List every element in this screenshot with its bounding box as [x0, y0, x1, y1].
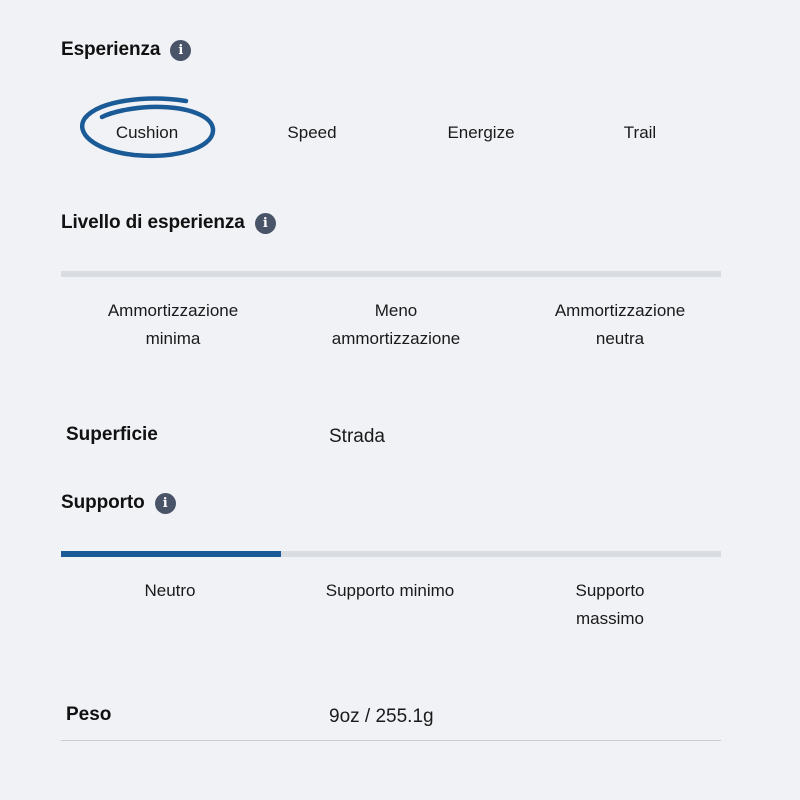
info-icon[interactable]: i	[170, 39, 192, 61]
support-option-maximal: Supporto massimo	[575, 581, 645, 628]
experience-level-option-neutral: Ammortizzazione neutra	[554, 301, 686, 348]
support-title: Supporto	[61, 492, 145, 513]
experience-title: Esperienza	[61, 39, 161, 60]
support-bar	[61, 551, 721, 557]
surface-label: Superficie	[66, 424, 158, 445]
experience-option-cushion[interactable]: Cushion	[61, 113, 233, 153]
experience-level-title: Livello di esperienza	[61, 212, 245, 233]
support-option-neutral: Neutro	[144, 581, 196, 600]
support-option-minimal: Supporto minimo	[325, 581, 455, 600]
divider	[61, 740, 721, 741]
experience-level-option-minimal: Ammortizzazione minima	[107, 301, 239, 348]
shoe-specs-panel: Esperienza i Cushion Speed Energize Trai…	[0, 0, 800, 800]
weight-label: Peso	[66, 704, 112, 725]
surface-value: Strada	[329, 426, 385, 447]
support-bar-fill	[61, 551, 281, 557]
weight-value: 9oz / 255.1g	[329, 706, 434, 727]
info-icon[interactable]: i	[254, 212, 276, 234]
experience-level-heading: Livello di esperienza i	[61, 212, 276, 234]
experience-option-energize[interactable]: Energize	[395, 113, 567, 153]
info-icon[interactable]: i	[154, 492, 176, 514]
experience-heading: Esperienza i	[61, 39, 192, 61]
experience-level-option-less: Meno ammortizzazione	[331, 301, 461, 348]
experience-option-speed[interactable]: Speed	[226, 113, 398, 153]
experience-options: Cushion Speed Energize Trail	[61, 113, 721, 153]
experience-option-trail[interactable]: Trail	[554, 113, 726, 153]
experience-level-bar	[61, 271, 721, 277]
support-heading: Supporto i	[61, 492, 176, 514]
